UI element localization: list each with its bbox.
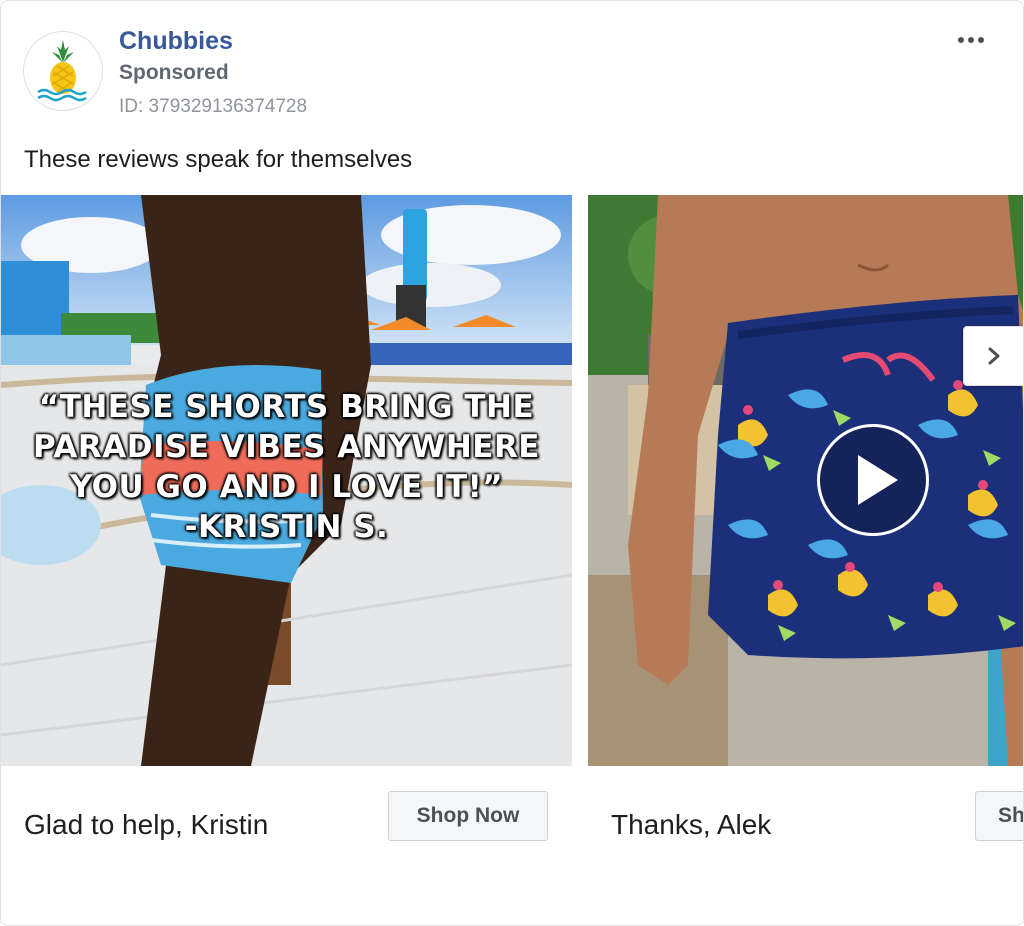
ad-card: Chubbies Sponsored ID: 379329136374728 T…	[0, 0, 1024, 926]
chevron-right-icon	[988, 347, 1000, 365]
carousel-card: “THESE SHORTS BRING THE PARADISE VIBES A…	[1, 195, 572, 915]
pineapple-logo-icon	[37, 40, 87, 102]
card-video-media[interactable]: “THESE SHORTS BRING THE PARADISE VIBES A…	[1, 195, 572, 766]
carousel: “THESE SHORTS BRING THE PARADISE VIBES A…	[1, 195, 1023, 925]
rooster-shorts-image	[588, 195, 1023, 766]
brand-name-link[interactable]: Chubbies	[119, 27, 233, 56]
shop-now-button[interactable]: Sh	[975, 791, 1023, 841]
more-options-icon	[958, 37, 984, 43]
carousel-next-button[interactable]	[963, 326, 1023, 386]
card-headline[interactable]: Thanks, Alek	[611, 809, 771, 841]
carousel-card: Thanks, Alek Sh	[588, 195, 1023, 915]
quote-line: YOU GO AND I LOVE IT!”	[69, 469, 504, 505]
ad-caption: These reviews speak for themselves	[24, 146, 413, 173]
shop-now-button[interactable]: Shop Now	[388, 791, 548, 841]
card-video-media[interactable]	[588, 195, 1023, 766]
review-quote-overlay: “THESE SHORTS BRING THE PARADISE VIBES A…	[1, 387, 572, 547]
quote-author: -KRISTIN S.	[184, 509, 389, 545]
sponsored-label: Sponsored	[119, 61, 229, 84]
quote-line: PARADISE VIBES ANYWHERE	[33, 429, 540, 465]
quote-line: “THESE SHORTS BRING THE	[38, 389, 535, 425]
play-button[interactable]	[817, 424, 929, 536]
play-icon	[858, 455, 898, 505]
page-avatar[interactable]	[23, 31, 103, 111]
ad-id-label: ID: 379329136374728	[119, 96, 308, 117]
more-options-button[interactable]	[949, 25, 993, 55]
card-headline[interactable]: Glad to help, Kristin	[24, 809, 268, 841]
